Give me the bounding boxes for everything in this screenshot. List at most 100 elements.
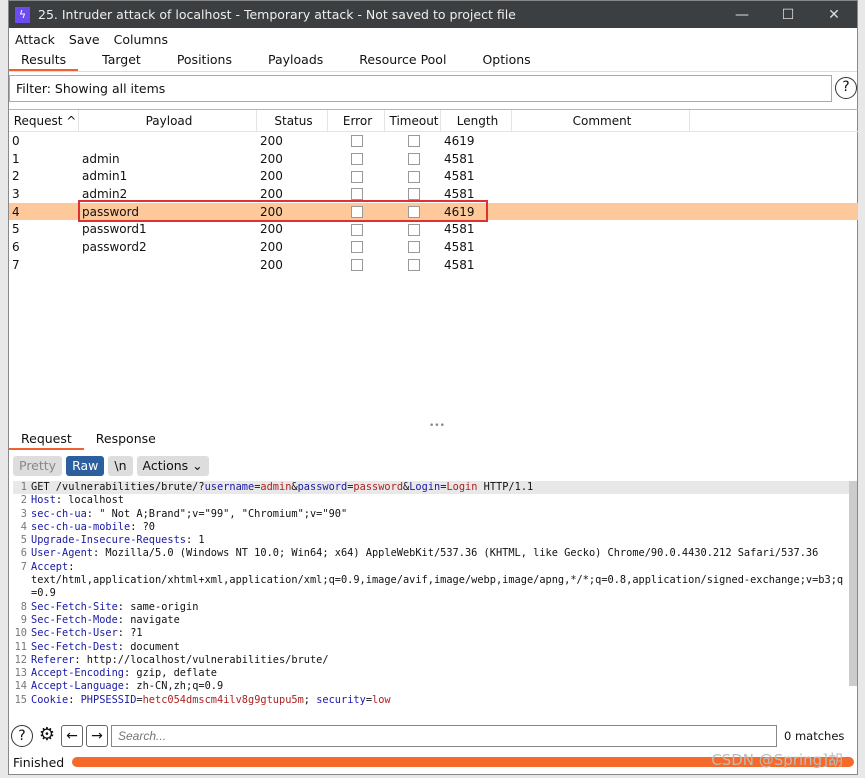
table-row[interactable]: 0 200 4619 <box>9 132 858 150</box>
status-cell: 200 <box>260 257 283 272</box>
tab-response[interactable]: Response <box>84 429 168 450</box>
col-error[interactable]: Error <box>328 110 385 131</box>
minimize-button[interactable]: — <box>719 7 765 23</box>
timeout-checkbox[interactable] <box>408 135 420 148</box>
line-number: 12 <box>14 653 27 666</box>
timeout-checkbox[interactable] <box>408 188 420 201</box>
menu-columns[interactable]: Columns <box>114 32 168 47</box>
request-cell: 4 <box>12 204 20 219</box>
param-value: hetc054dmscm4ilv8g9gtupu5m <box>142 693 304 706</box>
error-checkbox[interactable] <box>351 170 363 183</box>
tab-resource-pool[interactable]: Resource Pool <box>347 50 458 71</box>
request-line: 1 GET /vulnerabilities/brute/?username=ad… <box>13 481 853 495</box>
search-input[interactable] <box>111 725 777 747</box>
request-text: : localhost <box>55 494 125 507</box>
status-cell: 200 <box>260 133 283 148</box>
col-comment[interactable]: Comment <box>512 110 690 131</box>
request-line: 2 Host: localhost <box>13 494 853 507</box>
request-line: 15 Cookie: PHPSESSID=hetc054dmscm4ilv8g9g… <box>13 694 853 707</box>
table-row[interactable]: 1 admin 200 4581 <box>9 150 858 168</box>
status-text: Finished <box>13 754 65 770</box>
request-text: GET /vulnerabilities/brute/? <box>31 481 205 493</box>
status-cell: 200 <box>260 169 283 184</box>
line-number: 1 <box>20 481 27 493</box>
header-name: Sec-Fetch-User <box>31 627 118 640</box>
forward-arrow-icon[interactable]: → <box>86 725 108 747</box>
table-row[interactable]: 7 200 4581 <box>9 256 858 274</box>
payload-cell: admin2 <box>82 186 128 201</box>
request-text: : http://localhost/vulnerabilities/brute… <box>74 653 329 666</box>
line-number: 2 <box>20 494 27 507</box>
tab-payloads[interactable]: Payloads <box>256 50 335 71</box>
col-payload[interactable]: Payload <box>79 110 257 131</box>
menu-attack[interactable]: Attack <box>15 32 55 47</box>
request-line: 6 User-Agent: Mozilla/5.0 (Windows NT 10.… <box>13 547 853 560</box>
tab-request[interactable]: Request <box>9 429 84 450</box>
editor-scrollbar[interactable] <box>849 481 857 686</box>
payload-cell: password2 <box>82 239 147 254</box>
pretty-button[interactable]: Pretty <box>13 456 63 476</box>
newline-toggle-button[interactable]: \n <box>108 456 133 476</box>
col-length[interactable]: Length <box>441 110 512 131</box>
request-text: : <box>68 693 81 706</box>
request-line: 14 Accept-Language: zh-CN,zh;q=0.9 <box>13 680 853 693</box>
timeout-checkbox[interactable] <box>408 241 420 254</box>
request-cell: 7 <box>12 257 20 272</box>
timeout-checkbox[interactable] <box>408 259 420 272</box>
col-status[interactable]: Status <box>257 110 328 131</box>
window-title: 25. Intruder attack of localhost - Tempo… <box>38 7 516 22</box>
col-request[interactable]: Request ^ <box>9 110 79 131</box>
length-cell: 4581 <box>444 186 475 201</box>
request-line: 4 sec-ch-ua-mobile: ?0 <box>13 521 853 534</box>
tab-options[interactable]: Options <box>470 50 542 71</box>
help-icon[interactable]: ? <box>11 725 33 747</box>
filter-bar[interactable]: Filter: Showing all items <box>9 75 832 102</box>
timeout-checkbox[interactable] <box>408 170 420 183</box>
request-text: : gzip, deflate <box>124 667 217 680</box>
help-icon[interactable]: ? <box>835 77 857 99</box>
request-line: 13 Accept-Encoding: gzip, deflate <box>13 667 853 680</box>
request-text: : zh-CN,zh;q=0.9 <box>124 680 224 693</box>
header-name: Sec-Fetch-Mode <box>31 613 118 626</box>
menu-save[interactable]: Save <box>69 32 100 47</box>
request-editor[interactable]: 1 GET /vulnerabilities/brute/?username=ad… <box>13 481 853 721</box>
close-button[interactable]: ✕ <box>811 7 857 23</box>
header-name: Upgrade-Insecure-Requests <box>31 534 186 547</box>
error-checkbox[interactable] <box>351 241 363 254</box>
status-cell: 200 <box>260 222 283 237</box>
settings-gear-icon[interactable]: ⚙ <box>36 725 58 747</box>
tab-positions[interactable]: Positions <box>165 50 244 71</box>
maximize-button[interactable]: ☐ <box>765 7 811 23</box>
line-number: 13 <box>14 667 27 680</box>
timeout-checkbox[interactable] <box>408 223 420 236</box>
col-timeout[interactable]: Timeout <box>385 110 441 131</box>
error-checkbox[interactable] <box>351 188 363 201</box>
splitter-handle[interactable]: ••• <box>429 421 445 431</box>
header-name: password <box>297 481 348 493</box>
error-checkbox[interactable] <box>351 135 363 148</box>
tab-results[interactable]: Results <box>9 50 79 71</box>
back-arrow-icon[interactable]: ← <box>61 725 83 747</box>
request-line: 5 Upgrade-Insecure-Requests: 1 <box>13 534 853 547</box>
raw-button[interactable]: Raw <box>66 456 105 476</box>
table-row[interactable]: 6 password2 200 4581 <box>9 238 858 256</box>
request-text: : ?1 <box>117 627 143 640</box>
header-name: PHPSESSID <box>80 693 137 706</box>
tab-target[interactable]: Target <box>90 50 153 71</box>
line-number: 6 <box>20 547 27 560</box>
request-text: ; <box>303 693 317 706</box>
table-row[interactable]: 2 admin1 200 4581 <box>9 167 858 185</box>
request-line: 9 Sec-Fetch-Mode: navigate <box>13 614 853 627</box>
error-checkbox[interactable] <box>351 259 363 272</box>
header-name: User-Agent <box>31 547 93 560</box>
payload-cell: password1 <box>82 222 147 237</box>
error-checkbox[interactable] <box>351 223 363 236</box>
actions-dropdown[interactable]: Actions ⌄ <box>136 456 209 476</box>
table-row[interactable]: 5 password1 200 4581 <box>9 220 858 238</box>
line-number: 8 <box>20 600 27 613</box>
status-cell: 200 <box>260 239 283 254</box>
error-checkbox[interactable] <box>351 153 363 166</box>
results-table: Request ^ Payload Status Error Timeout L… <box>9 109 858 422</box>
request-cell: 5 <box>12 222 20 237</box>
timeout-checkbox[interactable] <box>408 153 420 166</box>
